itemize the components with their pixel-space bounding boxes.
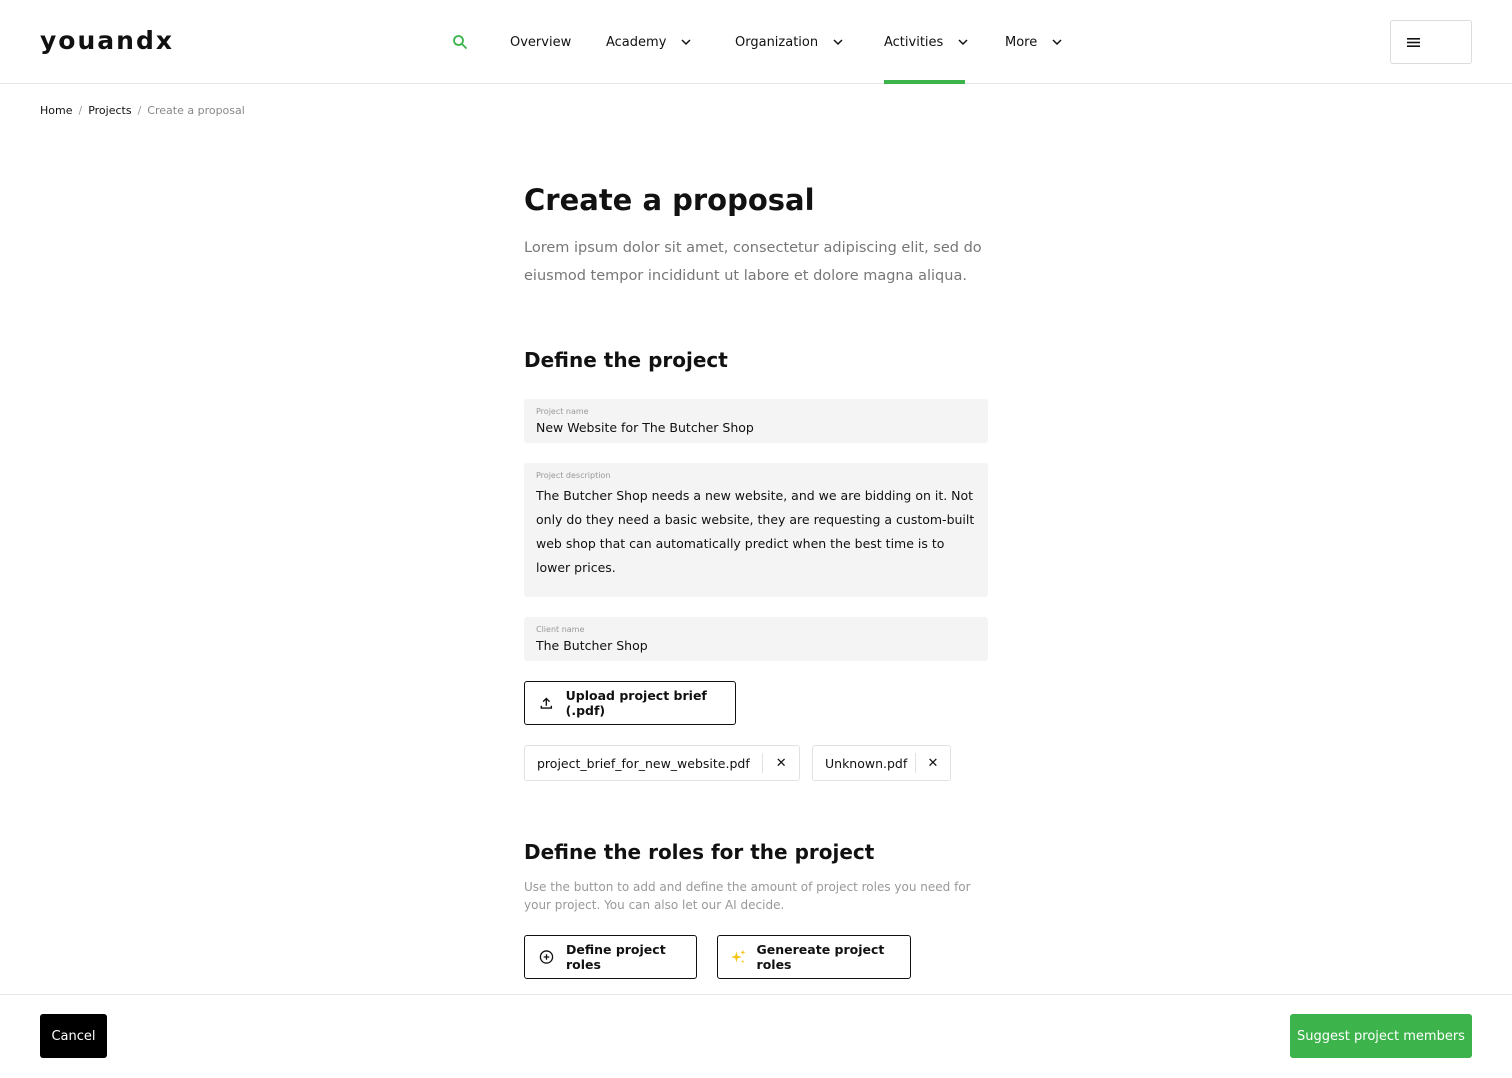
page-header: Create a proposal Lorem ipsum dolor sit … xyxy=(524,180,988,290)
section-title-define-roles: Define the roles for the project xyxy=(524,840,875,864)
nav-item-label: More xyxy=(1005,34,1038,50)
client-name-field[interactable]: Client name The Butcher Shop xyxy=(524,617,988,661)
project-description-field[interactable]: Project description The Butcher Shop nee… xyxy=(524,463,988,597)
footer-action-bar: Cancel Suggest project members xyxy=(0,994,1512,1078)
breadcrumb-projects[interactable]: Projects xyxy=(88,104,131,117)
chevron-down-icon xyxy=(1052,39,1062,46)
nav-item-more[interactable]: More xyxy=(1005,30,1063,54)
generate-project-roles-button[interactable]: Genereate project roles xyxy=(717,935,911,979)
hamburger-menu-icon xyxy=(1407,38,1420,47)
nav-item-label: Activities xyxy=(884,34,944,50)
nav-item-academy[interactable]: Academy xyxy=(606,30,692,54)
define-project-roles-button[interactable]: Define project roles xyxy=(524,935,697,979)
page-title: Create a proposal xyxy=(524,183,815,217)
add-circle-icon xyxy=(539,950,554,964)
menu-button[interactable] xyxy=(1390,20,1472,64)
field-label: Project name xyxy=(536,407,589,416)
suggest-project-members-button[interactable]: Suggest project members xyxy=(1290,1014,1472,1058)
file-chip: project_brief_for_new_website.pdf ✕ xyxy=(524,745,800,781)
active-tab-indicator xyxy=(884,80,965,84)
file-chip: Unknown.pdf ✕ xyxy=(812,745,951,781)
chevron-down-icon xyxy=(681,39,691,46)
search-icon[interactable] xyxy=(452,34,468,50)
field-label: Project description xyxy=(536,471,611,480)
field-value[interactable]: New Website for The Butcher Shop xyxy=(536,420,976,436)
top-navigation-bar: youandx Overview Academy Organization Ac… xyxy=(0,0,1512,84)
field-value[interactable]: The Butcher Shop needs a new website, an… xyxy=(536,484,976,580)
logo[interactable]: youandx xyxy=(40,26,174,56)
section-title-define-project: Define the project xyxy=(524,348,728,372)
nav-item-activities[interactable]: Activities xyxy=(884,30,969,54)
nav-item-overview[interactable]: Overview xyxy=(510,30,571,54)
upload-project-brief-button[interactable]: Upload project brief (.pdf) xyxy=(524,681,736,725)
breadcrumb-home[interactable]: Home xyxy=(40,104,72,117)
breadcrumb-current: Create a proposal xyxy=(147,104,245,117)
sparkles-icon xyxy=(730,949,746,964)
field-value[interactable]: The Butcher Shop xyxy=(536,638,976,654)
project-name-field[interactable]: Project name New Website for The Butcher… xyxy=(524,399,988,443)
close-icon[interactable]: ✕ xyxy=(763,745,799,781)
cancel-button[interactable]: Cancel xyxy=(40,1014,107,1058)
nav-item-label: Overview xyxy=(510,34,572,50)
chevron-down-icon xyxy=(958,39,968,46)
breadcrumb-separator: / xyxy=(78,104,83,117)
close-icon[interactable]: ✕ xyxy=(916,745,950,781)
chevron-down-icon xyxy=(833,39,843,46)
nav-item-label: Academy xyxy=(606,34,667,50)
file-name: project_brief_for_new_website.pdf xyxy=(537,755,750,771)
nav-item-organization[interactable]: Organization xyxy=(735,30,844,54)
define-roles-label: Define project roles xyxy=(565,942,666,972)
upload-icon xyxy=(540,697,553,709)
page-description: Lorem ipsum dolor sit amet, consectetur … xyxy=(524,240,982,284)
generate-roles-label: Genereate project roles xyxy=(756,942,885,972)
upload-button-label: Upload project brief (.pdf) xyxy=(565,688,707,718)
roles-description: Use the button to add and define the amo… xyxy=(524,880,971,912)
breadcrumb: Home / Projects / Create a proposal xyxy=(40,104,245,117)
nav-item-label: Organization xyxy=(735,34,819,50)
file-name: Unknown.pdf xyxy=(825,755,908,771)
field-label: Client name xyxy=(536,625,585,634)
breadcrumb-separator: / xyxy=(137,104,142,117)
